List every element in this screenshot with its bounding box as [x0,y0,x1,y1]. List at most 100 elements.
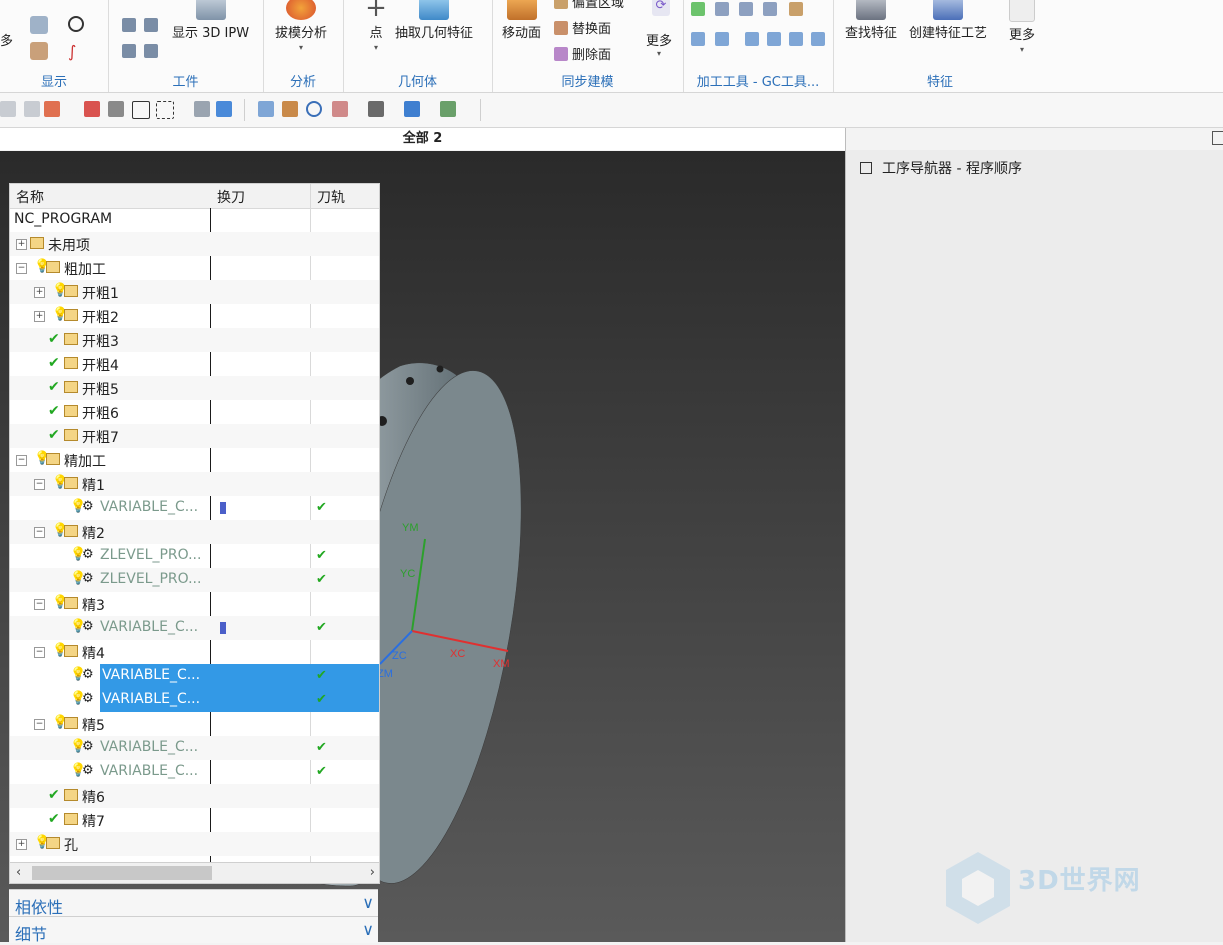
tree-row[interactable]: + 💡 孔 [10,832,379,856]
dependencies-panel[interactable]: 相依性 ∨ [9,889,378,917]
sync-more-button[interactable]: 更多 ▾ [646,30,672,58]
tool-icon-10[interactable] [789,32,803,46]
verify-check-icon[interactable] [691,2,705,16]
link-icon[interactable] [108,101,124,117]
tree-row[interactable]: NC_PROGRAM [10,208,379,232]
collapse-icon[interactable]: − [34,599,45,610]
display-mode-icon[interactable] [30,16,48,34]
tool-icon-2[interactable] [715,2,729,16]
move-face-button[interactable]: 移动面 [502,0,541,41]
tool-icon-4[interactable] [763,2,777,16]
details-panel[interactable]: 细节 ∨ [9,916,378,944]
show-3d-ipw-button[interactable]: 显示 3D IPW [172,0,249,41]
collapse-icon[interactable]: − [34,719,45,730]
column-header-tool-change[interactable]: 换刀 [217,187,245,207]
rotate-icon[interactable] [306,101,322,117]
tree-row[interactable]: 💡 ⚙ VARIABLE_C... ✔ [10,760,379,784]
zoom-fit-icon[interactable] [258,101,274,117]
chevron-down-icon[interactable]: ∨ [362,893,374,912]
tree-row[interactable]: 💡 ⚙ ZLEVEL_PRO... ✔ [10,544,379,568]
tree-row[interactable]: + 未用项 [10,232,379,256]
tool-icon-6[interactable] [691,32,705,46]
tree-row[interactable]: − 💡 精2 [10,520,379,544]
replace-face-button[interactable]: 替换面 [554,18,611,37]
section-icon[interactable] [30,42,48,60]
expand-icon[interactable]: + [34,287,45,298]
select-box-icon[interactable] [44,101,60,117]
shade-cube-icon[interactable] [404,101,420,117]
feature-more-button[interactable]: 更多 ▾ [1009,0,1035,54]
rect-select-icon[interactable] [156,101,174,119]
collapse-icon[interactable]: − [34,479,45,490]
curve-icon[interactable]: ∫ [68,42,86,61]
tree-row-selected[interactable]: 💡 ⚙ VARIABLE_C... ✔ [10,664,379,688]
extract-geometry-button[interactable]: 抽取几何特征 [395,0,473,41]
ipw-flag-icon-4[interactable] [144,44,158,58]
tool-icon-7[interactable] [715,32,729,46]
navigator-restore-icon[interactable] [1212,131,1223,145]
tool-icon-3[interactable] [739,2,753,16]
tool-icon-9[interactable] [767,32,781,46]
tree-row[interactable]: − 💡 粗加工 [10,256,379,280]
delete-face-button[interactable]: 删除面 [554,44,611,63]
navigator-tree[interactable]: 名称 换刀 刀轨 NC_PROGRAM + 未用项 − 💡 粗加工 + 💡 开粗… [9,183,380,863]
draft-analysis-button[interactable]: 拔模分析 ▾ [275,0,327,52]
scroll-left-icon[interactable]: ‹ [16,865,21,880]
tree-row[interactable]: + 💡 开粗1 [10,280,379,304]
tree-row[interactable]: 💡 ⚙ VARIABLE_C... ✔ [10,496,379,520]
sync-refresh-icon[interactable]: ⟳ [652,0,670,16]
column-header-name[interactable]: 名称 [16,187,44,207]
view-orient-icon[interactable] [332,101,348,117]
find-feature-button[interactable]: 查找特征 [845,0,897,41]
tree-row[interactable]: 💡 ⚙ VARIABLE_C... ✔ [10,616,379,640]
collapse-icon[interactable]: − [34,647,45,658]
expand-icon[interactable]: + [34,311,45,322]
edit-section-icon[interactable] [440,101,456,117]
collapse-icon[interactable]: − [34,527,45,538]
tree-row[interactable]: ✔ 精6 [10,784,379,808]
point-snap-icon[interactable] [84,101,100,117]
ipw-flag-icon-1[interactable] [122,18,136,32]
circle-target-icon[interactable] [68,16,84,32]
solid-box-icon[interactable] [194,101,210,117]
tool-icon-5[interactable] [789,2,803,16]
tree-row[interactable]: − 💡 精5 [10,712,379,736]
scroll-thumb[interactable] [32,866,212,880]
render-style-icon[interactable] [368,101,384,117]
tree-row[interactable]: ✔ 开粗6 [10,400,379,424]
collapse-icon[interactable]: − [16,263,27,274]
filter-icon[interactable] [24,101,40,117]
tree-row[interactable]: ✔ 精7 [10,808,379,832]
create-process-button[interactable]: 创建特征工艺 [909,0,987,41]
chevron-down-icon[interactable]: ∨ [362,920,374,939]
tool-icon-8[interactable] [745,32,759,46]
collapse-icon[interactable]: − [16,455,27,466]
tree-row[interactable]: ✔ 开粗7 [10,424,379,448]
tree-horizontal-scrollbar[interactable]: ‹ › [9,862,380,884]
tree-row[interactable]: ✔ 开粗3 [10,328,379,352]
zoom-window-icon[interactable] [282,101,298,117]
cube-icon[interactable] [216,101,232,117]
offset-region-button[interactable]: 偏置区域 [554,0,624,11]
scroll-right-icon[interactable]: › [370,865,375,880]
tree-row[interactable]: − 💡 精4 [10,640,379,664]
tree-row[interactable]: + 💡 开粗2 [10,304,379,328]
tree-row[interactable]: ✔ 开粗4 [10,352,379,376]
tree-row[interactable]: − 💡 精加工 [10,448,379,472]
tree-row[interactable]: − 💡 精1 [10,472,379,496]
tree-row-selected[interactable]: 💡 ⚙ VARIABLE_C... ✔ [10,688,379,712]
snap-icon[interactable] [0,101,16,117]
tool-icon-11[interactable] [811,32,825,46]
tree-row[interactable]: ✔ 开粗5 [10,376,379,400]
expand-icon[interactable]: + [16,839,27,850]
column-header-toolpath[interactable]: 刀轨 [317,187,345,207]
tree-row[interactable]: − 💡 精3 [10,592,379,616]
hexagon-icon[interactable] [132,101,150,119]
point-button[interactable]: + 点 ▾ [361,0,391,52]
ipw-flag-icon-3[interactable] [122,44,136,58]
navigator-title-checkbox[interactable] [860,162,872,174]
tree-row[interactable]: 💡 ⚙ VARIABLE_C... ✔ [10,736,379,760]
ipw-flag-icon-2[interactable] [144,18,158,32]
expand-icon[interactable]: + [16,239,27,250]
tree-row[interactable]: 💡 ⚙ ZLEVEL_PRO... ✔ [10,568,379,592]
